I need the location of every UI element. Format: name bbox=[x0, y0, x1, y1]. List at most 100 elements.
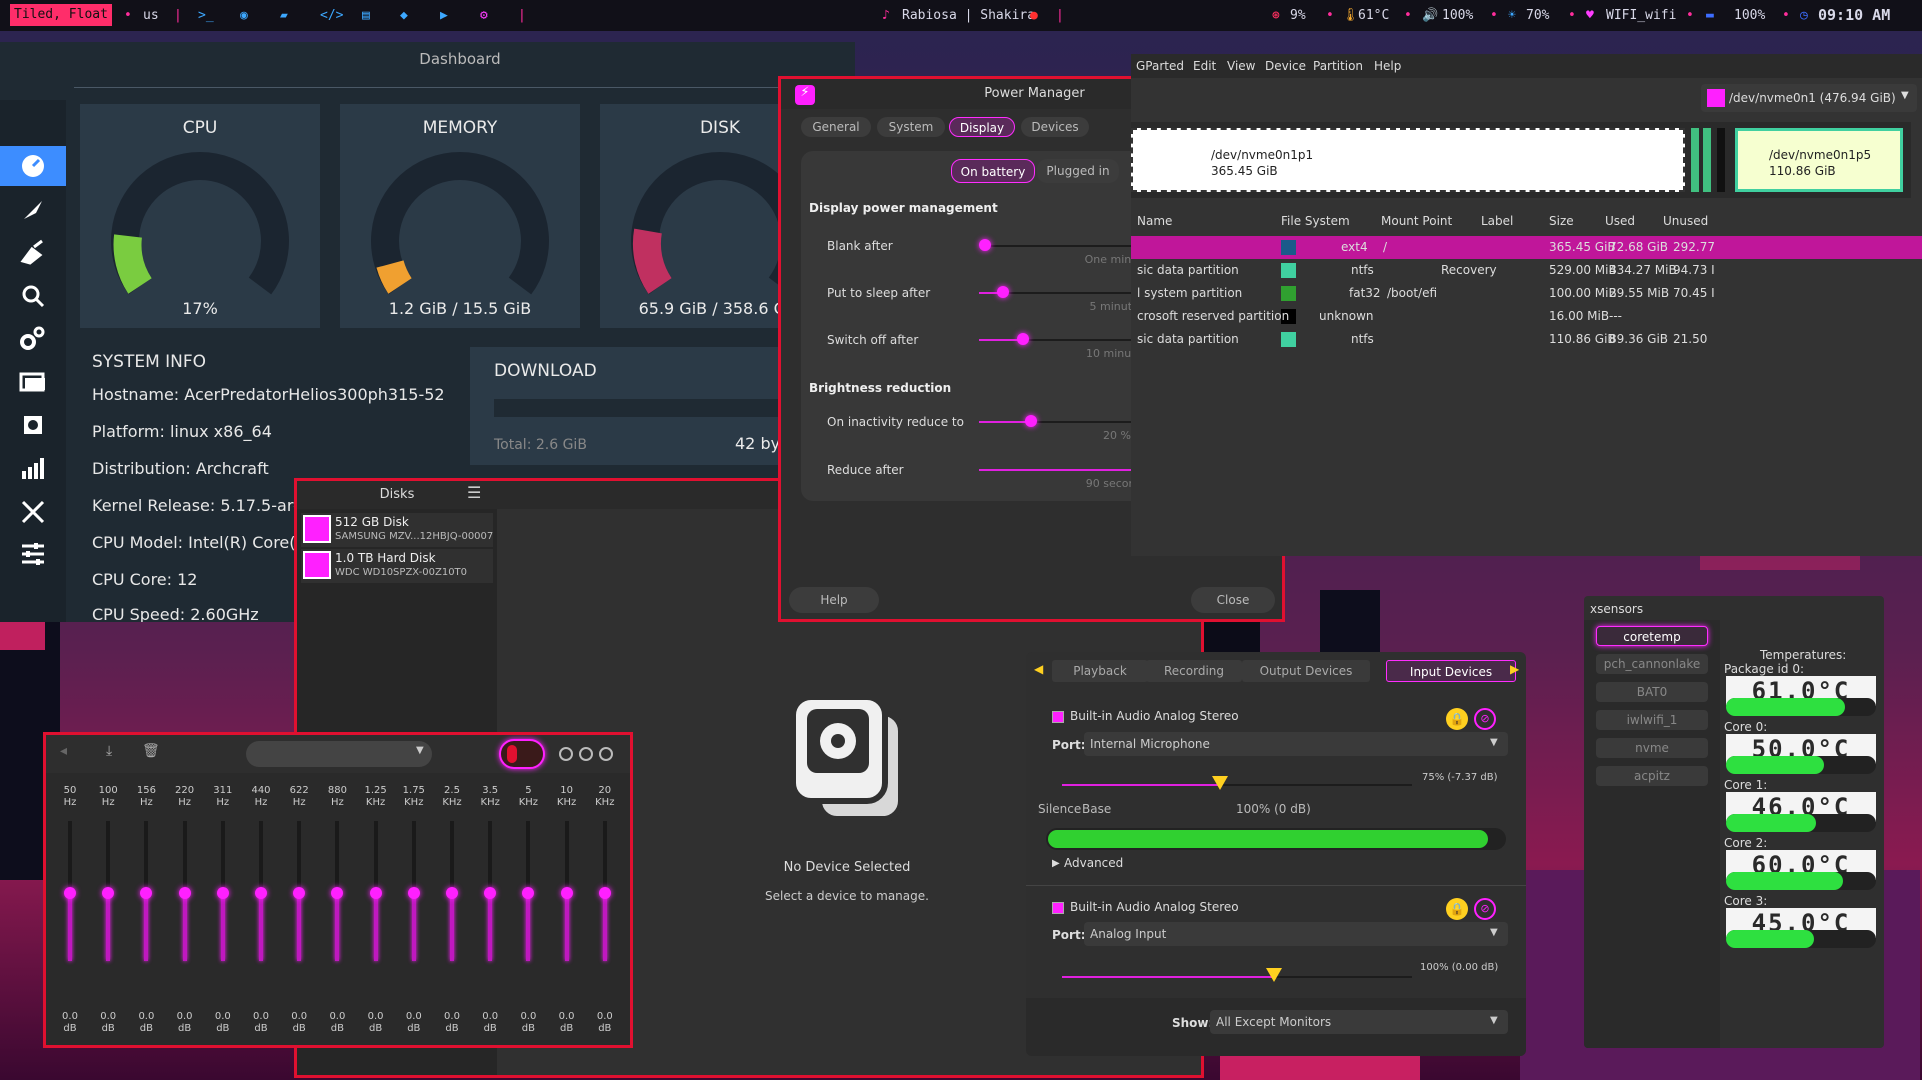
clock[interactable]: 09:10 AM bbox=[1818, 0, 1890, 31]
device-checkbox[interactable] bbox=[1052, 902, 1064, 914]
tab-output-devices[interactable]: Output Devices bbox=[1242, 660, 1370, 682]
chip-coretemp[interactable]: coretemp bbox=[1596, 626, 1708, 646]
chip-bat0[interactable]: BAT0 bbox=[1596, 682, 1708, 702]
eq-band-handle[interactable] bbox=[331, 887, 344, 899]
eq-band-handle[interactable] bbox=[560, 887, 573, 899]
col-filesystem[interactable]: File System bbox=[1281, 214, 1350, 228]
disk-item-512[interactable]: 512 GB Disk SAMSUNG MZV...12HBJQ-00007 bbox=[301, 513, 493, 547]
code-icon[interactable]: </> bbox=[320, 0, 343, 31]
brightness[interactable]: 70% bbox=[1526, 0, 1549, 31]
firefox-icon[interactable]: ◉ bbox=[240, 0, 248, 31]
settings-icon[interactable]: ⚙ bbox=[480, 0, 488, 31]
partition-block-p2[interactable] bbox=[1691, 128, 1699, 192]
col-size[interactable]: Size bbox=[1549, 214, 1574, 228]
chevron-left-icon[interactable]: ◀ bbox=[1034, 662, 1043, 676]
partition-row[interactable]: crosoft reserved partition unknown 16.00 M… bbox=[1131, 305, 1922, 328]
tab-system[interactable]: System bbox=[877, 117, 945, 137]
tab-recording[interactable]: Recording bbox=[1146, 660, 1242, 682]
menu-partition[interactable]: Partition bbox=[1313, 59, 1363, 73]
col-label[interactable]: Label bbox=[1481, 214, 1513, 228]
terminal-icon[interactable]: >_ bbox=[198, 0, 214, 31]
expand-icon[interactable]: ▶ bbox=[1052, 858, 1060, 869]
blank-after-handle[interactable] bbox=[979, 239, 991, 251]
preset-dropdown[interactable] bbox=[246, 741, 432, 767]
rocket-icon[interactable] bbox=[0, 190, 66, 230]
plugged-in-tab[interactable]: Plugged in bbox=[1037, 159, 1119, 183]
tab-devices[interactable]: Devices bbox=[1021, 117, 1089, 137]
partition-block-p3[interactable] bbox=[1703, 128, 1711, 192]
eq-band-handle[interactable] bbox=[484, 887, 497, 899]
volume[interactable]: 100% bbox=[1442, 0, 1473, 31]
stats-icon[interactable] bbox=[0, 448, 66, 488]
tab-general[interactable]: General bbox=[801, 117, 871, 137]
search-icon[interactable] bbox=[0, 276, 66, 316]
col-name[interactable]: Name bbox=[1137, 214, 1172, 228]
maximize-button[interactable] bbox=[579, 747, 593, 761]
brightness-icon[interactable]: ☀ bbox=[1508, 0, 1516, 31]
wifi-icon[interactable]: ♥ bbox=[1586, 0, 1594, 31]
device-checkbox[interactable] bbox=[1052, 711, 1064, 723]
sliders-icon[interactable] bbox=[0, 534, 66, 574]
tab-input-devices[interactable]: Input Devices bbox=[1386, 660, 1516, 682]
trash-icon[interactable]: 🗑 bbox=[142, 743, 160, 759]
chip-nvme[interactable]: nvme bbox=[1596, 738, 1708, 758]
close-button[interactable] bbox=[599, 747, 613, 761]
disk-item-1tb[interactable]: 1.0 TB Hard Disk WDC WD10SPZX-00Z10T0 bbox=[301, 549, 493, 583]
eq-band-handle[interactable] bbox=[293, 887, 306, 899]
port-dropdown[interactable]: Internal Microphone ▼ bbox=[1084, 732, 1508, 756]
gears-icon[interactable] bbox=[0, 318, 66, 358]
advanced-expander[interactable]: Advanced bbox=[1064, 856, 1123, 870]
eq-band-handle[interactable] bbox=[446, 887, 458, 899]
switch-off-handle[interactable] bbox=[1017, 333, 1029, 345]
mute-icon[interactable]: ⊘ bbox=[1474, 898, 1496, 920]
notes-icon[interactable]: ▤ bbox=[362, 0, 370, 31]
partition-row[interactable]: ext4 / 365.45 GiB 72.68 GiB 292.77 bbox=[1131, 236, 1922, 259]
disk-icon[interactable] bbox=[0, 405, 66, 445]
eq-band-handle[interactable] bbox=[64, 887, 76, 899]
on-battery-tab[interactable]: On battery bbox=[951, 159, 1035, 183]
lock-icon[interactable]: 🔒 bbox=[1446, 708, 1468, 730]
menu-view[interactable]: View bbox=[1227, 59, 1255, 73]
partition-row[interactable]: sic data partition ntfs 110.86 GiB 89.36 Gi… bbox=[1131, 328, 1922, 351]
wifi-name[interactable]: WIFI_wifi bbox=[1606, 0, 1676, 31]
speaker-icon[interactable]: ◂ bbox=[60, 743, 67, 759]
eq-band-handle[interactable] bbox=[255, 887, 267, 899]
close-dialog-button[interactable]: Close bbox=[1191, 587, 1275, 613]
lock-icon[interactable]: 🔒 bbox=[1446, 898, 1468, 920]
col-unused[interactable]: Unused bbox=[1663, 214, 1708, 228]
chat-icon[interactable]: ◆ bbox=[400, 0, 408, 31]
volume-icon[interactable]: 🔊 bbox=[1422, 0, 1438, 31]
menu-icon[interactable]: ☰ bbox=[467, 483, 481, 502]
eq-band-handle[interactable] bbox=[178, 887, 191, 899]
reduce-to-handle[interactable] bbox=[1025, 415, 1037, 427]
volume2-handle[interactable] bbox=[1266, 968, 1282, 982]
port-dropdown[interactable]: Analog Input ▼ bbox=[1084, 922, 1508, 946]
sleep-after-handle[interactable] bbox=[997, 286, 1009, 298]
download-icon[interactable]: ⤓ bbox=[106, 743, 112, 759]
chip-iwlwifi[interactable]: iwlwifi_1 bbox=[1596, 710, 1708, 730]
menu-edit[interactable]: Edit bbox=[1193, 59, 1216, 73]
cleaner-icon[interactable] bbox=[0, 232, 66, 272]
eq-band-handle[interactable] bbox=[102, 887, 115, 899]
show-dropdown[interactable]: All Except Monitors ▼ bbox=[1210, 1010, 1508, 1034]
tab-display[interactable]: Display bbox=[949, 117, 1015, 137]
tools-icon[interactable] bbox=[0, 492, 66, 532]
eq-band-handle[interactable] bbox=[216, 887, 229, 899]
layout-indicator[interactable]: Tiled, Float bbox=[10, 4, 112, 26]
eq-band-handle[interactable] bbox=[522, 887, 535, 899]
mute-icon[interactable]: ⊘ bbox=[1474, 708, 1496, 730]
eq-band-handle[interactable] bbox=[140, 887, 153, 899]
youtube-icon[interactable]: ▶ bbox=[440, 0, 448, 31]
eq-band-handle[interactable] bbox=[598, 887, 611, 899]
eq-enable-toggle[interactable] bbox=[499, 739, 545, 769]
record-icon[interactable]: ● bbox=[1030, 0, 1038, 31]
partition-block-p4[interactable] bbox=[1717, 128, 1725, 192]
chip-pch-cannonlake[interactable]: pch_cannonlake bbox=[1596, 654, 1708, 674]
packages-icon[interactable] bbox=[0, 362, 66, 402]
message-icon[interactable] bbox=[0, 614, 66, 622]
dashboard-icon[interactable] bbox=[0, 146, 66, 186]
eq-band-handle[interactable] bbox=[407, 887, 420, 899]
partition-row[interactable]: sic data partition ntfs Recovery 529.00 MiB… bbox=[1131, 259, 1922, 282]
partition-row[interactable]: l system partition fat32/boot/efi 100.00 M… bbox=[1131, 282, 1922, 305]
help-button[interactable]: Help bbox=[789, 587, 879, 613]
